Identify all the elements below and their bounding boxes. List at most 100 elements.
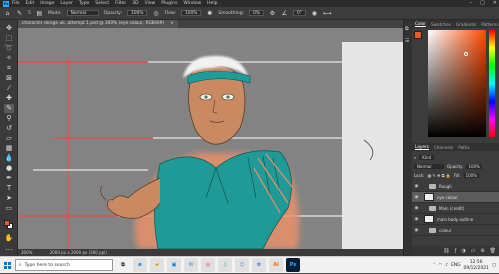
discord-app-icon[interactable]: ☺	[235, 258, 249, 272]
mail-app-icon[interactable]: ✉	[184, 258, 198, 272]
taskbar-search[interactable]: ⌕ Type here to search	[15, 259, 113, 271]
fg-bg-color-swatch[interactable]	[4, 220, 14, 230]
move-tool-icon[interactable]: ✥	[4, 24, 14, 33]
blend-mode-select[interactable]: Normal	[414, 164, 444, 169]
tab-layers[interactable]: Layers	[415, 144, 429, 150]
menu-type[interactable]: Type	[79, 1, 89, 6]
canvas-artwork[interactable]	[18, 28, 403, 250]
menu-image[interactable]: Image	[40, 1, 54, 6]
opacity-field[interactable]: 100%	[127, 10, 148, 16]
menu-help[interactable]: Help	[207, 1, 217, 6]
eyedropper-tool-icon[interactable]: ⁄	[4, 84, 14, 93]
foreground-color-swatch[interactable]	[414, 31, 422, 39]
eye-icon[interactable]: ◉	[412, 195, 421, 200]
brush-tool-icon[interactable]: ✎	[4, 104, 14, 113]
mask-icon[interactable]: ◑	[461, 248, 465, 254]
eye-icon[interactable]: ◉	[412, 184, 421, 189]
minimize-icon[interactable]: –	[470, 0, 473, 7]
angle-icon[interactable]: ∠	[281, 10, 288, 17]
file-explorer-app-icon[interactable]: ▰	[150, 258, 164, 272]
eye-icon[interactable]: ◉	[412, 217, 421, 222]
flow-field[interactable]: 100%	[181, 10, 202, 16]
hue-slider[interactable]	[489, 30, 495, 137]
new-group-icon[interactable]: ▭	[471, 248, 476, 254]
hand-tool-icon[interactable]: ✋	[4, 234, 14, 243]
dodge-tool-icon[interactable]: ●	[4, 164, 14, 173]
tab-color[interactable]: Color	[415, 21, 426, 27]
menu-edit[interactable]: Edit	[26, 1, 35, 6]
chrome-app-icon[interactable]: ◎	[201, 258, 215, 272]
document-info[interactable]: 2000 px x 2000 px (300 ppi)	[50, 250, 107, 255]
quick-select-tool-icon[interactable]: ✧	[4, 54, 14, 63]
properties-panel-icon[interactable]: ☰	[405, 38, 409, 44]
path-select-tool-icon[interactable]: ➤	[4, 194, 14, 203]
photoshop-app-icon[interactable]: Ps	[286, 258, 300, 272]
smoothing-settings-icon[interactable]: ⚙	[269, 10, 276, 17]
blur-tool-icon[interactable]: 💧	[4, 154, 14, 163]
new-layer-icon[interactable]: ⊕	[480, 248, 484, 254]
illustrator-app-icon[interactable]: Ai	[269, 258, 283, 272]
language-indicator[interactable]: ENG	[451, 263, 460, 268]
menu-layer[interactable]: Layer	[60, 1, 73, 6]
tab-paths[interactable]: Paths	[458, 145, 469, 150]
brush-settings-icon[interactable]: ▤	[36, 10, 43, 17]
menu-3d[interactable]: 3D	[132, 1, 138, 6]
brush-tool-icon[interactable]: ✎	[16, 10, 23, 17]
tab-patterns[interactable]: Patterns	[481, 22, 498, 27]
pressure-opacity-icon[interactable]: ◎	[152, 10, 159, 17]
fx-icon[interactable]: ƒ	[455, 248, 457, 254]
history-panel-icon[interactable]: ⧉	[405, 26, 409, 32]
canvas-area[interactable]	[18, 28, 403, 256]
layer-row-rough[interactable]: ◉ Rough	[412, 181, 499, 192]
frame-tool-icon[interactable]: ⊠	[4, 74, 14, 83]
mode-select[interactable]: Normal	[66, 10, 99, 16]
menu-plugins[interactable]: Plugins	[161, 1, 177, 6]
trash-icon[interactable]: 🗑	[490, 248, 496, 254]
crop-tool-icon[interactable]: ⌗	[4, 64, 14, 73]
eye-icon[interactable]: ◉	[412, 206, 421, 211]
layer-opacity-field[interactable]: 100%	[466, 164, 482, 169]
symmetry-icon[interactable]: ⟷	[323, 10, 332, 17]
volume-icon[interactable]: ♪	[445, 263, 448, 268]
airbrush-icon[interactable]: ✱	[206, 10, 213, 17]
store-app-icon[interactable]: ▣	[167, 258, 181, 272]
zoom-level[interactable]: 300%	[21, 250, 32, 255]
eye-icon[interactable]: ◉	[412, 228, 421, 233]
type-tool-icon[interactable]: T	[4, 184, 14, 193]
clock[interactable]: 12:56 09/12/2021	[464, 260, 489, 272]
color-picker-cursor[interactable]	[464, 52, 468, 56]
lasso-tool-icon[interactable]: ➰	[4, 44, 14, 53]
fill-field[interactable]: 100%	[463, 173, 480, 178]
link-layers-icon[interactable]: ⛓	[443, 248, 449, 254]
tab-channels[interactable]: Channels	[434, 145, 453, 150]
menu-filter[interactable]: Filter	[115, 1, 126, 6]
spotify-app-icon[interactable]: ♫	[218, 258, 232, 272]
pressure-size-icon[interactable]: ◉	[311, 10, 318, 17]
close-icon[interactable]: ✕	[493, 0, 497, 7]
layer-row-eye-colour[interactable]: ◉ eye colour	[412, 192, 499, 203]
angle-field[interactable]: 0°	[292, 10, 306, 16]
filter-kind-select[interactable]: Kind	[419, 155, 435, 160]
menu-file[interactable]: File	[12, 1, 20, 6]
layer-row-colour[interactable]: ◉ colour	[412, 225, 499, 236]
marquee-tool-icon[interactable]: ⬚	[4, 34, 14, 43]
history-brush-tool-icon[interactable]: ↺	[4, 124, 14, 133]
layer-row-main-credit[interactable]: ◉ Main (credit)	[412, 203, 499, 214]
eraser-tool-icon[interactable]: ▱	[4, 134, 14, 143]
menu-view[interactable]: View	[145, 1, 156, 6]
smoothing-field[interactable]: 0%	[249, 10, 264, 16]
gradient-tool-icon[interactable]: ▦	[4, 144, 14, 153]
tab-swatches[interactable]: Swatches	[431, 22, 451, 27]
pen-tool-icon[interactable]: ✒	[4, 174, 14, 183]
network-icon[interactable]: ◠	[438, 263, 442, 268]
task-view-icon[interactable]: ⧉	[116, 258, 130, 272]
menu-window[interactable]: Window	[183, 1, 201, 6]
color-picker-field[interactable]	[428, 30, 486, 137]
brush-size[interactable]: 5	[28, 11, 31, 16]
lock-icons[interactable]: ▦ ✎ ✥ ⧉ 🔒	[427, 173, 450, 178]
notifications-icon[interactable]: ▢	[492, 263, 496, 268]
edge-app-icon[interactable]: e	[133, 258, 147, 272]
more-tools-icon[interactable]: …	[4, 244, 14, 253]
healing-tool-icon[interactable]: ✚	[4, 94, 14, 103]
document-tab[interactable]: character design uk, attempt 1.psd @ 300…	[18, 20, 178, 28]
